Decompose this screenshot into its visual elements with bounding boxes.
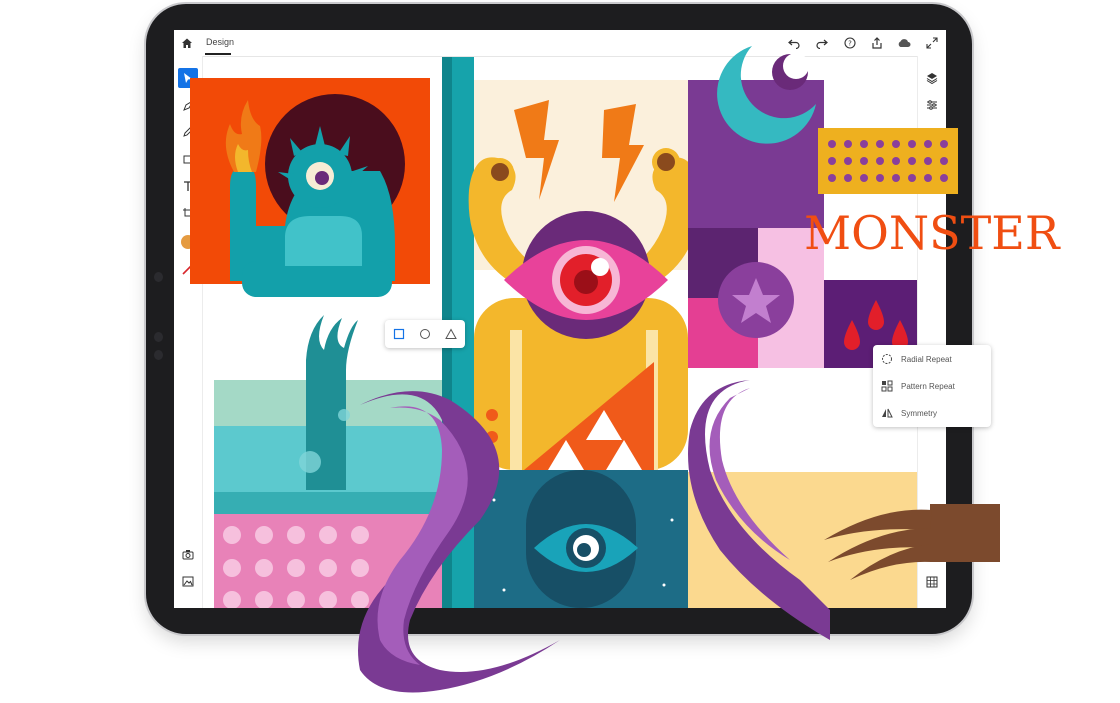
menu-item-pattern-repeat[interactable]: Pattern Repeat	[881, 377, 955, 395]
triangle-icon[interactable]	[443, 326, 459, 342]
rectangle-icon[interactable]	[391, 326, 407, 342]
menu-item-radial-repeat[interactable]: Radial Repeat	[881, 350, 952, 368]
properties-icon[interactable]	[922, 95, 942, 115]
top-bar: Design ?	[174, 30, 946, 57]
menu-item-label: Radial Repeat	[901, 354, 952, 364]
camera-icon[interactable]	[178, 544, 198, 564]
menu-item-label: Pattern Repeat	[901, 381, 955, 391]
svg-text:?: ?	[848, 40, 852, 48]
purple-tentacles	[358, 380, 830, 693]
help-icon[interactable]: ?	[842, 35, 858, 51]
cloud-icon[interactable]	[896, 35, 912, 51]
shape-popover	[385, 320, 465, 348]
yellow-dots-card	[818, 128, 958, 194]
tab-design-underline	[205, 53, 231, 55]
image-import-icon[interactable]	[178, 571, 198, 591]
tablet-side-button	[154, 272, 163, 282]
repeat-menu: Radial Repeat Pattern Repeat Symmetry	[873, 345, 991, 427]
pattern-repeat-icon	[881, 380, 893, 392]
home-icon[interactable]	[179, 35, 195, 51]
menu-item-label: Symmetry	[901, 408, 937, 418]
tablet-side-button	[154, 350, 163, 360]
layers-icon[interactable]	[922, 68, 942, 88]
moon-shape	[717, 46, 816, 144]
symmetry-icon	[882, 408, 893, 418]
tab-design[interactable]: Design	[206, 37, 234, 47]
menu-item-symmetry[interactable]: Symmetry	[881, 404, 937, 422]
fullscreen-icon[interactable]	[924, 35, 940, 51]
monster-title-text: MONSTER	[804, 206, 1060, 260]
ellipse-icon[interactable]	[417, 326, 433, 342]
radial-repeat-icon	[882, 354, 892, 364]
tablet-side-button	[154, 332, 163, 342]
orange-cyclops-card	[190, 78, 430, 297]
brown-claw	[824, 504, 1000, 580]
share-icon[interactable]	[869, 35, 885, 51]
